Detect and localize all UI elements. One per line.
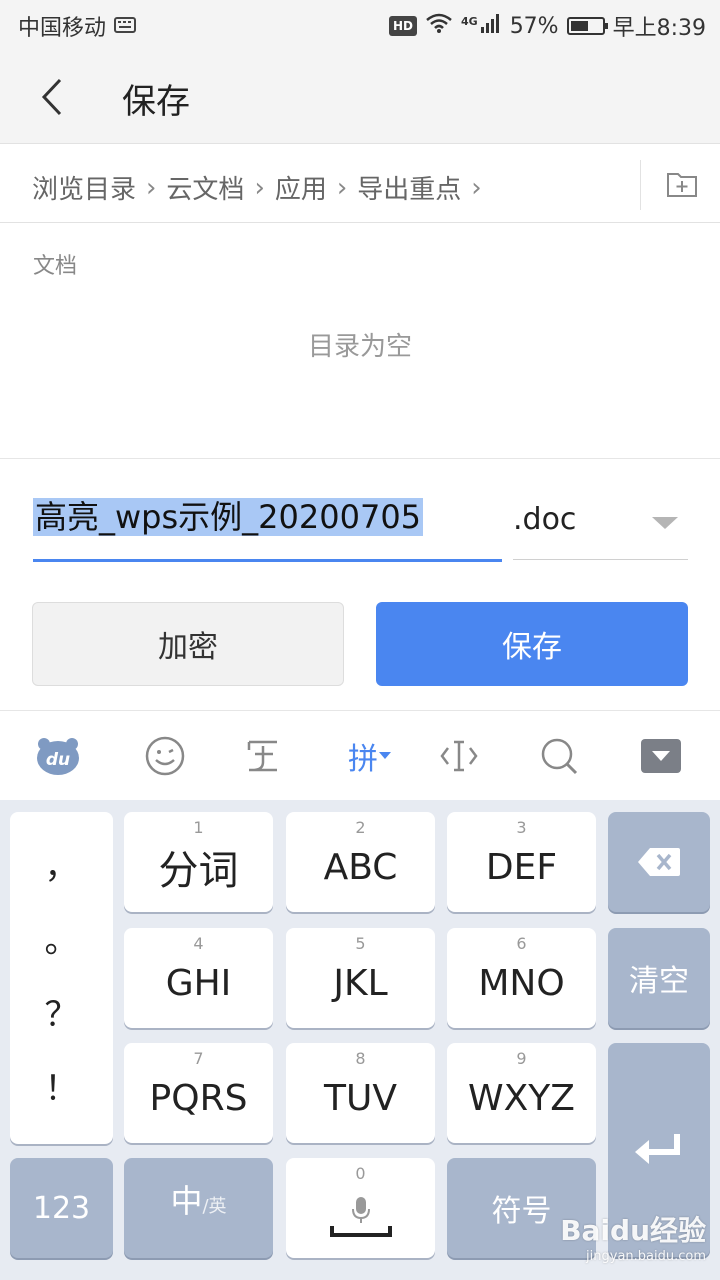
new-folder-icon (667, 173, 697, 197)
lang-sub-label: /英 (202, 1196, 227, 1217)
page-title: 保存 (122, 82, 190, 122)
punct-exclaim-key[interactable]: ！ (45, 1072, 79, 1106)
key-number: 0 (355, 1164, 366, 1183)
key-label: 分词 (158, 848, 239, 894)
punctuation-column[interactable]: ， 。 ？ ！ (10, 812, 113, 1144)
enter-icon (635, 1134, 680, 1164)
key-label: ABC (323, 846, 398, 888)
key-number: 2 (355, 818, 366, 837)
save-button[interactable]: 保存 (376, 602, 688, 686)
punct-comma-key[interactable]: ， (45, 850, 79, 884)
status-bar: 中国移动 HD 4G 57% 早上8:39 (0, 0, 720, 50)
space-key[interactable]: 0 (286, 1158, 435, 1258)
new-folder-button[interactable] (640, 160, 720, 210)
chevron-down-icon (379, 752, 391, 759)
du-logo-icon[interactable]: du (34, 733, 82, 779)
key-1[interactable]: 1 分词 (124, 812, 273, 912)
handwrite-icon[interactable] (240, 733, 286, 779)
punct-period-key[interactable]: 。 (45, 924, 79, 958)
key-label: TUV (324, 1077, 397, 1119)
breadcrumb-item-browse[interactable]: 浏览目录 (32, 169, 136, 206)
key-label: WXYZ (468, 1077, 575, 1119)
filename-selection: 高亮_wps示例_20200705 (33, 498, 424, 536)
filename-input[interactable]: 高亮_wps示例_20200705 (33, 492, 424, 538)
divider (0, 458, 720, 459)
key-number: 3 (516, 818, 527, 837)
keyboard: ， 。 ？ ！ 1 分词 2 ABC 3 DEF 4 GHI 5 JKL 6 M… (0, 800, 720, 1280)
pinyin-mode-label: 拼 (348, 742, 378, 777)
key-8[interactable]: 8 TUV (286, 1043, 435, 1143)
empty-directory-text: 目录为空 (307, 332, 412, 362)
pinyin-mode-button[interactable]: 拼 (340, 733, 400, 779)
back-button[interactable] (30, 72, 80, 122)
wifi-icon (425, 12, 453, 40)
hd-badge: HD (388, 16, 417, 36)
filename-underline (33, 559, 502, 562)
network-label: 4G (461, 14, 478, 28)
breadcrumb-separator: › (471, 172, 482, 203)
battery-icon (566, 17, 608, 35)
section-label-documents: 文档 (33, 254, 78, 279)
title-bar: 保存 (0, 50, 720, 144)
cursor-icon[interactable] (436, 733, 482, 779)
key-number: 9 (516, 1049, 527, 1068)
search-icon[interactable] (536, 733, 582, 779)
key-number: 5 (355, 934, 366, 953)
chevron-left-icon (41, 78, 62, 116)
lang-switch-key[interactable]: 中 /英 (124, 1158, 273, 1258)
clear-key[interactable]: 清空 (608, 928, 710, 1028)
breadcrumb-item-apps[interactable]: 应用 (275, 169, 327, 206)
encrypt-button[interactable]: 加密 (32, 602, 344, 686)
key-label: MNO (478, 962, 565, 1004)
keyboard-indicator-icon (114, 14, 137, 39)
key-number: 1 (193, 818, 204, 837)
breadcrumb: 浏览目录 › 云文档 › 应用 › 导出重点 › (0, 145, 720, 223)
carrier-label: 中国移动 (18, 16, 107, 41)
breadcrumb-separator: › (254, 172, 265, 203)
breadcrumb-separator: › (336, 172, 348, 203)
watermark-sub: jingyan.baidu.com (586, 1249, 706, 1264)
watermark-main: Baidu经验 (560, 1214, 706, 1247)
collapse-keyboard-icon[interactable] (638, 733, 684, 779)
key-3[interactable]: 3 DEF (447, 812, 596, 912)
clock: 早上8:39 (612, 16, 706, 41)
key-label: DEF (485, 846, 558, 888)
signal-icon (480, 13, 502, 39)
key-number: 8 (355, 1049, 366, 1068)
watermark: Baidu经验 jingyan.baidu.com (560, 1209, 706, 1264)
key-number: 7 (193, 1049, 204, 1068)
key-6[interactable]: 6 MNO (447, 928, 596, 1028)
backspace-key[interactable] (608, 812, 710, 912)
dropdown-arrow-icon[interactable] (652, 517, 678, 529)
keyboard-toolbar: du 拼 (0, 710, 720, 800)
key-number: 4 (193, 934, 204, 953)
key-7[interactable]: 7 PQRS (124, 1043, 273, 1143)
numeric-key[interactable]: 123 (10, 1158, 113, 1258)
breadcrumb-item-export[interactable]: 导出重点 (357, 169, 461, 206)
key-label: PQRS (149, 1077, 248, 1119)
key-label: JKL (333, 962, 388, 1004)
backspace-icon (638, 848, 680, 876)
breadcrumb-separator: › (146, 172, 157, 203)
key-9[interactable]: 9 WXYZ (447, 1043, 596, 1143)
lang-main-label: 中 (170, 1182, 203, 1220)
key-5[interactable]: 5 JKL (286, 928, 435, 1028)
battery-percent: 57% (509, 13, 559, 39)
key-label: GHI (165, 962, 232, 1004)
svg-text:du: du (46, 750, 70, 770)
space-bar-icon (329, 1226, 392, 1237)
emoji-icon[interactable] (142, 733, 188, 779)
breadcrumb-item-cloud-docs[interactable]: 云文档 (166, 169, 244, 206)
microphone-icon (351, 1197, 370, 1223)
extension-select[interactable]: .doc (513, 502, 576, 537)
key-number: 6 (516, 934, 527, 953)
extension-underline (513, 559, 688, 560)
key-2[interactable]: 2 ABC (286, 812, 435, 912)
key-4[interactable]: 4 GHI (124, 928, 273, 1028)
punct-question-key[interactable]: ？ (45, 998, 79, 1032)
